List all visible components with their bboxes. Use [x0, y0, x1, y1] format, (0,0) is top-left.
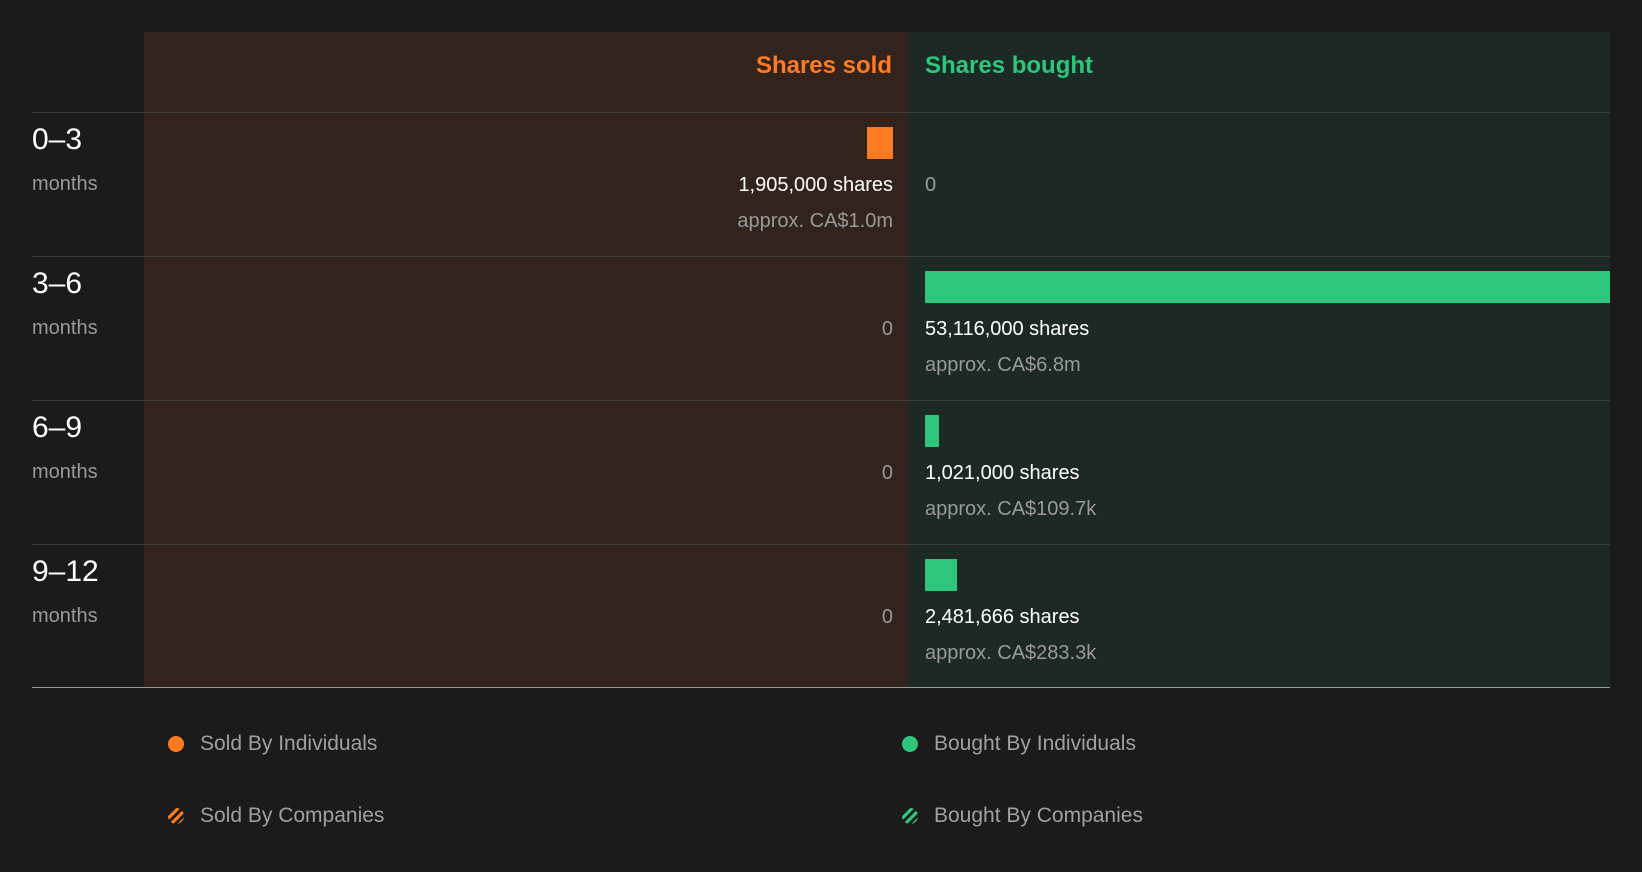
- legend-item: Bought By Individuals: [902, 732, 1136, 756]
- row-period-unit: months: [32, 461, 98, 483]
- insider-trading-chart: Shares sold Shares bought 0–3 months 1,905…: [0, 0, 1642, 872]
- sold-shares-label: 1,905,000 shares: [738, 174, 893, 196]
- sold-approx-value: approx. CA$1.0m: [737, 210, 893, 232]
- row-period-unit: months: [32, 173, 98, 195]
- row-period-label: 9–12: [32, 555, 99, 588]
- bought-shares-label: 2,481,666 shares: [925, 606, 1080, 628]
- legend-item: Bought By Companies: [902, 804, 1143, 828]
- legend-label: Sold By Individuals: [200, 732, 378, 755]
- shares-bought-header: Shares bought: [925, 52, 1094, 79]
- legend-label: Bought By Companies: [934, 804, 1143, 827]
- shares-sold-header: Shares sold: [755, 52, 892, 79]
- legend-item: Sold By Individuals: [168, 732, 377, 756]
- sold-zero-label: 0: [881, 462, 893, 484]
- sold-zero-label: 0: [881, 606, 893, 628]
- row-period-unit: months: [32, 605, 98, 627]
- bought-bar: [925, 559, 957, 591]
- chart-row: 9–12 months: [32, 544, 1610, 689]
- bought-approx-value: approx. CA$283.3k: [925, 642, 1097, 664]
- bought-shares-label: 1,021,000 shares: [925, 462, 1080, 484]
- bought-zero-label: 0: [925, 174, 937, 196]
- chart-baseline: [32, 687, 1610, 688]
- sold-zero-label: 0: [881, 318, 893, 340]
- legend-label: Bought By Individuals: [934, 732, 1136, 755]
- row-period-label: 3–6: [32, 267, 83, 300]
- legend-item: Sold By Companies: [168, 804, 384, 828]
- legend-hatched-dot-icon: [168, 808, 184, 824]
- bought-shares-label: 53,116,000 shares: [925, 318, 1090, 340]
- row-period-label: 6–9: [32, 411, 83, 444]
- legend-dot-icon: [902, 736, 918, 752]
- sold-bar: [867, 127, 893, 159]
- legend-dot-icon: [168, 736, 184, 752]
- chart-row: 6–9 months: [32, 400, 1610, 545]
- legend-label: Sold By Companies: [200, 804, 385, 827]
- bought-bar: [925, 271, 1610, 303]
- legend-hatched-dot-icon: [902, 808, 918, 824]
- bought-approx-value: approx. CA$6.8m: [925, 354, 1081, 376]
- bought-approx-value: approx. CA$109.7k: [925, 498, 1097, 520]
- row-period-label: 0–3: [32, 123, 83, 156]
- row-period-unit: months: [32, 317, 98, 339]
- bought-bar: [925, 415, 939, 447]
